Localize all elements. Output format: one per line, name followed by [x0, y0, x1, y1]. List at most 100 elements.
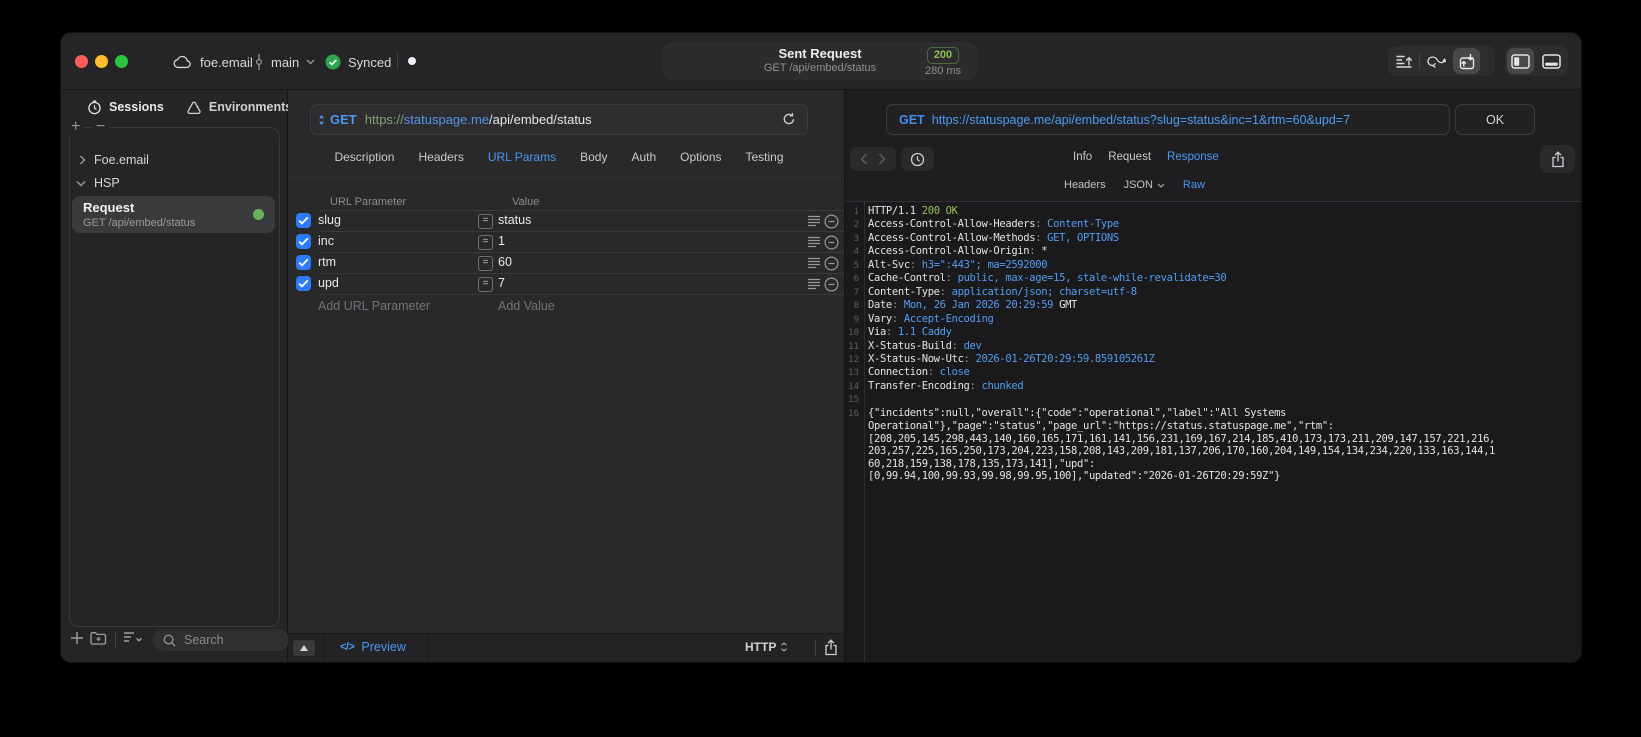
project-switcher[interactable]: foe.email — [173, 52, 253, 72]
param-checkbox[interactable] — [296, 234, 311, 249]
response-tab-response[interactable]: Response — [1167, 151, 1219, 163]
close-window-button[interactable] — [75, 55, 88, 68]
response-line: [208,205,145,298,443,140,160,165,171,161… — [868, 432, 1496, 445]
response-subtabs: Headers JSON Raw — [1064, 179, 1205, 191]
refresh-icon[interactable] — [782, 112, 796, 126]
import-request-button[interactable] — [1453, 48, 1480, 74]
request-url-bar[interactable]: GET https://statuspage.me/api/embed/stat… — [310, 104, 808, 135]
response-tabs: Info Request Response — [1073, 151, 1219, 163]
param-remove-icon[interactable] — [824, 214, 839, 229]
tree-group-foe-email[interactable]: Foe.email — [79, 151, 149, 169]
sync-status[interactable]: Synced — [325, 52, 391, 72]
remove-session-button[interactable]: − — [92, 119, 110, 135]
share-icon[interactable] — [824, 639, 838, 656]
param-checkbox[interactable] — [296, 276, 311, 291]
history-button[interactable] — [901, 147, 934, 171]
request-tab-url-params[interactable]: URL Params — [488, 150, 556, 164]
status-code-badge: 200 — [926, 47, 960, 64]
response-tab-request[interactable]: Request — [1108, 151, 1151, 163]
response-subtab-raw[interactable]: Raw — [1183, 179, 1205, 191]
param-remove-icon[interactable] — [824, 277, 839, 292]
history-clock-icon — [910, 152, 925, 167]
tree-group-hsp[interactable]: HSP — [76, 174, 120, 192]
response-line: 3 Access-Control-Allow-Methods: GET, OPTI… — [853, 231, 1120, 244]
request-tab-testing[interactable]: Testing — [746, 150, 784, 164]
param-name[interactable]: upd — [318, 276, 339, 290]
param-value[interactable]: 60 — [498, 255, 512, 269]
response-subtab-json[interactable]: JSON — [1124, 179, 1165, 191]
tab-environments[interactable]: Environments — [186, 100, 292, 115]
session-indicator-dot — [408, 57, 416, 65]
request-tab-auth[interactable]: Auth — [631, 150, 656, 164]
param-name[interactable]: slug — [318, 213, 341, 227]
export-response-button[interactable] — [1540, 145, 1575, 173]
method-selector-arrows-icon[interactable] — [318, 114, 325, 126]
request-method[interactable]: GET — [330, 112, 357, 127]
param-value[interactable]: 1 — [498, 234, 505, 248]
project-name: foe.email — [200, 54, 253, 70]
forward-chevron-icon[interactable] — [878, 153, 886, 165]
branch-selector[interactable]: main — [254, 52, 315, 72]
param-name[interactable]: inc — [318, 234, 334, 248]
param-options-icon[interactable] — [807, 236, 821, 248]
response-body-view[interactable]: 1 HTTP/1.1 200 OK 2 Access-Control-Allow-He… — [845, 202, 1581, 662]
response-tab-info[interactable]: Info — [1073, 151, 1092, 163]
preview-button[interactable]: </> Preview — [340, 640, 406, 654]
param-name[interactable]: rtm — [318, 255, 336, 269]
sync-status-label: Synced — [348, 54, 392, 70]
sidebar-search[interactable] — [153, 629, 289, 651]
add-param-row[interactable]: Add URL Parameter Add Value — [288, 295, 844, 315]
sync-loop-button[interactable] — [1420, 46, 1451, 76]
request-tab-options[interactable]: Options — [680, 150, 721, 164]
response-panel: GET https://statuspage.me/api/embed/stat… — [845, 90, 1581, 662]
sort-filter-icon[interactable] — [123, 631, 143, 643]
add-session-button[interactable]: + — [67, 119, 85, 135]
add-item-icon[interactable] — [70, 631, 84, 645]
param-options-icon[interactable] — [807, 278, 821, 290]
toggle-bottom-panel-button[interactable] — [1536, 46, 1567, 76]
response-line: Operational"},"page":"status","page_url"… — [868, 420, 1334, 433]
environments-icon — [186, 100, 202, 115]
zoom-window-button[interactable] — [115, 55, 128, 68]
sent-request-summary[interactable]: Sent Request GET /api/embed/status 200 2… — [663, 42, 977, 80]
back-chevron-icon[interactable] — [860, 153, 868, 165]
param-checkbox[interactable] — [296, 255, 311, 270]
url-params-table: URL Parameter Value slug = status inc = 1 rtm =… — [288, 196, 844, 315]
tab-sessions[interactable]: Sessions — [87, 100, 164, 115]
response-subtab-headers[interactable]: Headers — [1064, 179, 1106, 191]
chevron-down-icon — [76, 180, 86, 187]
add-param-name-placeholder[interactable]: Add URL Parameter — [318, 299, 430, 313]
collapse-panel-button[interactable] — [293, 640, 315, 656]
window-controls — [75, 55, 128, 68]
export-lines-button[interactable] — [1388, 46, 1419, 76]
param-remove-icon[interactable] — [824, 235, 839, 250]
sidebar: Sessions Environments + − Foe.email HSP … — [61, 90, 292, 662]
response-line: 203,257,225,165,250,173,204,223,158,208,… — [868, 445, 1496, 458]
branch-icon — [254, 54, 264, 70]
minimize-window-button[interactable] — [95, 55, 108, 68]
request-tab-headers[interactable]: Headers — [418, 150, 463, 164]
tab-sessions-label: Sessions — [109, 100, 164, 114]
footer-divider — [815, 640, 816, 656]
param-remove-icon[interactable] — [824, 256, 839, 271]
request-url[interactable]: https://statuspage.me/api/embed/status — [365, 112, 592, 127]
response-line: 1 HTTP/1.1 200 OK — [853, 205, 958, 217]
param-value[interactable]: 7 — [498, 276, 505, 290]
param-checkbox[interactable] — [296, 213, 311, 228]
search-input[interactable] — [182, 632, 266, 648]
request-tab-description[interactable]: Description — [334, 150, 394, 164]
param-options-icon[interactable] — [807, 257, 821, 269]
param-options-icon[interactable] — [807, 215, 821, 227]
titlebar: foe.email main Synced Sent Request GET /… — [61, 33, 1581, 90]
sidebar-request-item-selected[interactable]: Request GET /api/embed/status — [72, 196, 275, 233]
new-folder-icon[interactable] — [90, 631, 107, 645]
request-tab-body[interactable]: Body — [580, 150, 607, 164]
protocol-selector[interactable]: HTTP — [745, 640, 788, 654]
url-scheme: https:// — [364, 112, 404, 127]
titlebar-separator — [397, 53, 398, 69]
add-param-value-placeholder[interactable]: Add Value — [498, 299, 555, 313]
footer-divider — [428, 634, 429, 662]
response-url-pill[interactable]: GET https://statuspage.me/api/embed/stat… — [886, 104, 1450, 135]
param-value[interactable]: status — [498, 213, 531, 227]
toggle-left-panel-button[interactable] — [1507, 48, 1534, 74]
